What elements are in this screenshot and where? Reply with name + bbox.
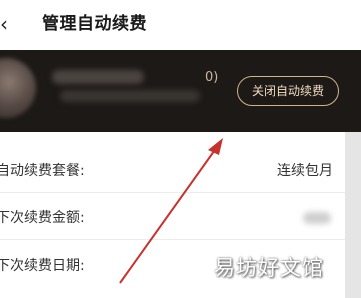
package-label: 自动续费套餐: <box>0 163 85 179</box>
count-text: 0) <box>205 70 219 85</box>
manage-auto-renew-page: ‹ 管理自动续费 0) 关闭自动续费 自动续费套餐: 连续包月 下次续费金额: … <box>0 0 361 298</box>
package-value: 连续包月 <box>277 163 333 179</box>
chevron-left-icon[interactable]: ‹ <box>0 10 12 38</box>
top-navigation-bar: ‹ 管理自动续费 <box>0 0 361 50</box>
row-package: 自动续费套餐: 连续包月 <box>0 149 345 193</box>
watermark: 易坊好文馆 <box>214 256 324 280</box>
row-next-amount: 下次续费金额: <box>0 196 345 240</box>
next-date-label: 下次续费日期: <box>0 258 85 274</box>
avatar <box>0 58 36 118</box>
page-title: 管理自动续费 <box>42 14 147 34</box>
member-info-banner: 0) 关闭自动续费 <box>0 50 361 132</box>
blurred-user-subtitle <box>60 90 200 102</box>
blurred-amount-value <box>303 212 331 224</box>
next-amount-label: 下次续费金额: <box>0 210 85 226</box>
cancel-auto-renew-button[interactable]: 关闭自动续费 <box>237 76 339 106</box>
background-edge <box>345 132 361 298</box>
blurred-user-name <box>52 70 144 84</box>
